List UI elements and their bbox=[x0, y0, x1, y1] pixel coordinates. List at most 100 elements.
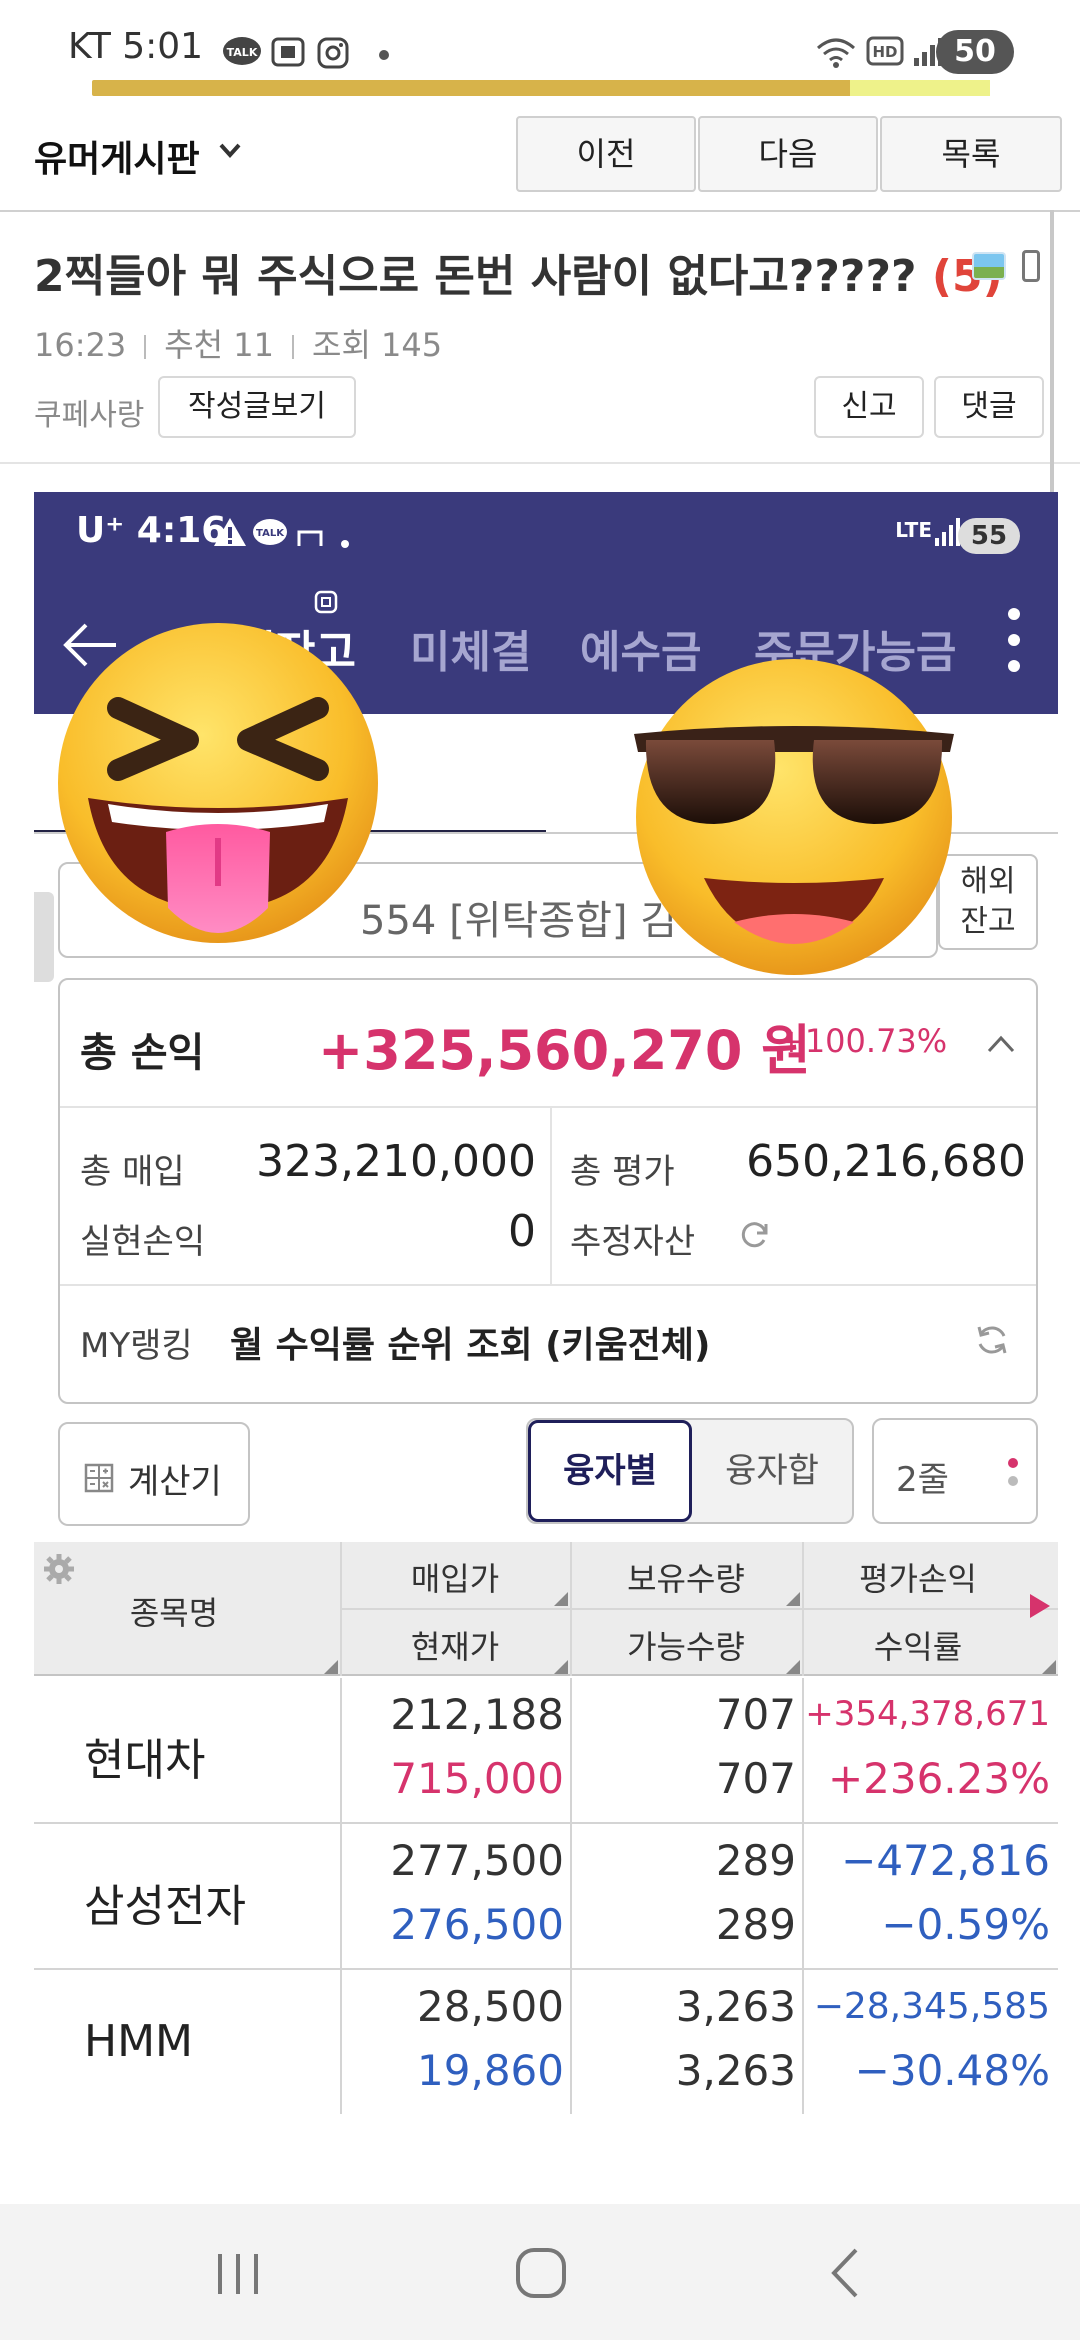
refresh-icon[interactable] bbox=[974, 1322, 1010, 1362]
holdings-table-header: 종목명 매입가 현재가 보유수량 가능수량 평가손익 수익률 bbox=[34, 1542, 1058, 1676]
talk-icon: TALK bbox=[252, 518, 288, 552]
sunglasses-emoji-icon bbox=[624, 652, 964, 986]
status-carrier-time: KT 5:01 bbox=[68, 26, 204, 67]
purchase-value: 323,210,000 bbox=[256, 1136, 536, 1187]
eval-pl: −28,345,585 bbox=[813, 1986, 1050, 2027]
post-meta: 16:23 추천 11 조회 145 bbox=[34, 320, 442, 366]
post-body-spacer bbox=[0, 2114, 1080, 2204]
return-rate: +236.23% bbox=[827, 1754, 1050, 1803]
next-button[interactable]: 다음 bbox=[698, 116, 878, 192]
talk-icon: TALK bbox=[222, 36, 262, 72]
board-name[interactable]: 유머게시판 bbox=[34, 130, 200, 182]
dot-icon bbox=[340, 534, 350, 553]
back-icon[interactable] bbox=[826, 2242, 866, 2306]
view-posts-button[interactable]: 작성글보기 bbox=[158, 376, 356, 438]
wifi-icon bbox=[814, 36, 858, 74]
current-price: 19,860 bbox=[417, 2046, 564, 2095]
post-title: 2찍들아 뭐 주식으로 돈번 사람이 없다고????? (5) bbox=[34, 240, 1003, 304]
estimated-asset-label: 추정자산 bbox=[570, 1222, 696, 1262]
divider bbox=[0, 462, 1080, 464]
refresh-icon[interactable] bbox=[740, 1220, 770, 1254]
sort-icon bbox=[786, 1660, 800, 1674]
table-row[interactable]: HMM 28,500 19,860 3,263 3,263 −28,345,58… bbox=[34, 1970, 1058, 2114]
battery-indicator: 50 bbox=[936, 30, 1014, 74]
header-holding-qty[interactable]: 보유수량 bbox=[570, 1554, 802, 1600]
chevron-up-icon[interactable] bbox=[986, 1034, 1016, 1058]
header-buy-price[interactable]: 매입가 bbox=[340, 1554, 570, 1600]
chevron-down-icon[interactable] bbox=[218, 138, 242, 162]
loan-sum-option[interactable]: 융자합 bbox=[692, 1420, 852, 1522]
return-rate: −0.59% bbox=[881, 1900, 1050, 1949]
divider bbox=[550, 1108, 552, 1284]
tab-unfilled[interactable]: 미체결 bbox=[410, 616, 531, 680]
post-author[interactable]: 쿠페사랑 bbox=[34, 390, 144, 434]
realized-value: 0 bbox=[508, 1206, 536, 1257]
profit-loss-card: 총 손익 +325,560,270 원 +100.73% 총 매입 323,21… bbox=[58, 978, 1038, 1404]
stock-name: HMM bbox=[84, 2016, 194, 2067]
copy-icon bbox=[312, 588, 340, 620]
instagram-icon bbox=[316, 36, 350, 74]
loan-toggle: 융자별 융자합 bbox=[526, 1418, 854, 1524]
header-name[interactable]: 종목명 bbox=[74, 1588, 274, 1634]
hd-icon: HD bbox=[866, 36, 904, 70]
post-time: 16:23 bbox=[34, 326, 127, 364]
table-row[interactable]: 현대차 212,188 715,000 707 707 +354,378,671… bbox=[34, 1678, 1058, 1824]
scroll-right-icon[interactable] bbox=[1030, 1594, 1050, 1618]
system-nav-bar bbox=[0, 2204, 1080, 2340]
screenshot-icon bbox=[270, 36, 306, 72]
header-current-price[interactable]: 현재가 bbox=[340, 1622, 570, 1668]
pl-summary-row[interactable]: 총 손익 +325,560,270 원 +100.73% bbox=[60, 980, 1036, 1108]
home-icon[interactable] bbox=[512, 2242, 572, 2306]
stock-name: 삼성전자 bbox=[84, 1881, 246, 1932]
sort-icon bbox=[324, 1660, 338, 1674]
realized-label: 실현손익 bbox=[80, 1222, 206, 1262]
current-price: 276,500 bbox=[390, 1900, 564, 1949]
total-pl-label: 총 손익 bbox=[80, 1030, 205, 1076]
inner-carrier-time: U⁺ 4:16 bbox=[76, 510, 227, 551]
post-likes: 추천 11 bbox=[164, 326, 274, 364]
more-menu-icon[interactable] bbox=[1008, 608, 1022, 686]
inner-battery: 55 bbox=[958, 518, 1020, 554]
stock-name: 현대차 bbox=[84, 1735, 206, 1786]
usb-icon bbox=[296, 528, 324, 552]
dot-icon bbox=[1008, 1458, 1018, 1468]
valuation-value: 650,216,680 bbox=[746, 1136, 1026, 1187]
sort-icon bbox=[786, 1592, 800, 1606]
available-qty: 289 bbox=[715, 1900, 796, 1949]
buy-price: 277,500 bbox=[390, 1836, 564, 1885]
by-loan-option[interactable]: 융자별 bbox=[528, 1420, 692, 1522]
holding-qty: 707 bbox=[715, 1690, 796, 1739]
post-views: 조회 145 bbox=[312, 326, 443, 364]
table-row[interactable]: 삼성전자 277,500 276,500 289 289 −472,816 −0… bbox=[34, 1824, 1058, 1970]
report-button[interactable]: 신고 bbox=[814, 376, 924, 438]
line-mode-label: 2줄 bbox=[896, 1460, 949, 1500]
gear-icon[interactable] bbox=[42, 1552, 76, 1590]
calculator-icon bbox=[84, 1462, 114, 1502]
available-qty: 3,263 bbox=[675, 2046, 796, 2095]
list-button[interactable]: 목록 bbox=[880, 116, 1062, 192]
ad-banner-strip[interactable] bbox=[92, 80, 990, 96]
line-mode-selector[interactable]: 2줄 bbox=[872, 1418, 1038, 1524]
warning-icon bbox=[212, 516, 248, 552]
buy-price: 212,188 bbox=[390, 1690, 564, 1739]
holding-qty: 3,263 bbox=[675, 1982, 796, 2031]
sort-icon bbox=[554, 1660, 568, 1674]
return-rate: −30.48% bbox=[854, 2046, 1050, 2095]
recent-apps-icon[interactable] bbox=[214, 2242, 264, 2306]
header-eval-pl[interactable]: 평가손익 bbox=[802, 1554, 1034, 1600]
prev-button[interactable]: 이전 bbox=[516, 116, 696, 192]
calculator-label: 계산기 bbox=[128, 1462, 222, 1502]
svg-text:TALK: TALK bbox=[227, 46, 258, 59]
ranking-link[interactable]: 월 수익률 순위 조회 (키움전체) bbox=[230, 1316, 710, 1368]
header-available-qty[interactable]: 가능수량 bbox=[570, 1622, 802, 1668]
comment-button[interactable]: 댓글 bbox=[934, 376, 1044, 438]
mobile-post-icon bbox=[1022, 250, 1040, 282]
total-pl-value: +325,560,270 원 bbox=[318, 1019, 811, 1082]
sort-icon bbox=[554, 1592, 568, 1606]
ranking-label: MY랭킹 bbox=[80, 1326, 193, 1366]
eval-pl: +354,378,671 bbox=[805, 1694, 1050, 1734]
overseas-balance-label: 해외 잔고 bbox=[960, 864, 1016, 939]
calculator-button[interactable]: 계산기 bbox=[58, 1422, 250, 1526]
header-return-rate[interactable]: 수익률 bbox=[802, 1622, 1034, 1668]
total-pl-rate: +100.73% bbox=[778, 1022, 948, 1060]
